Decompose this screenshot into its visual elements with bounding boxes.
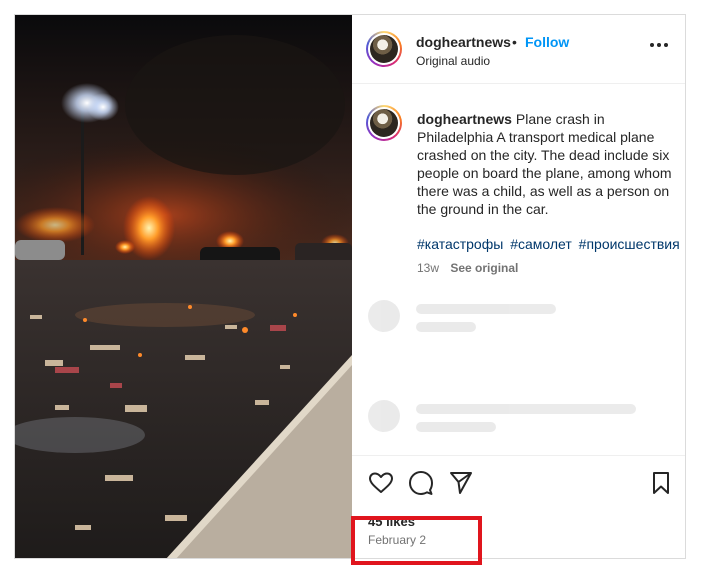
- caption-meta: 13w See original: [417, 261, 518, 275]
- comment-icon[interactable]: [408, 470, 434, 496]
- caption-avatar[interactable]: [366, 105, 402, 141]
- post-side-panel: dogheartnews • Follow Original audio dog…: [352, 15, 685, 558]
- bookmark-icon[interactable]: [648, 470, 674, 496]
- audio-label[interactable]: Original audio: [416, 54, 490, 68]
- header-username[interactable]: dogheartnews: [416, 34, 511, 50]
- share-icon[interactable]: [448, 470, 474, 496]
- separator-dot: •: [512, 34, 517, 50]
- follow-button[interactable]: Follow: [525, 34, 569, 50]
- post-caption: dogheartnews Plane crash in Philadelphia …: [417, 110, 679, 218]
- see-original-button[interactable]: See original: [450, 261, 518, 275]
- post-media[interactable]: [15, 15, 352, 558]
- post-video-frame: [15, 15, 352, 558]
- profile-picture: [370, 109, 398, 137]
- avatar[interactable]: [366, 31, 402, 67]
- more-horizontal-icon[interactable]: [646, 35, 672, 55]
- profile-picture: [370, 35, 398, 63]
- hashtag-link[interactable]: #самолет: [510, 236, 572, 252]
- post-header: dogheartnews • Follow Original audio: [352, 15, 685, 84]
- hashtag-link[interactable]: #происшествия: [579, 236, 680, 252]
- time-ago: 13w: [417, 261, 440, 275]
- hashtag-link[interactable]: #катастрофы: [417, 236, 503, 252]
- annotation-highlight-box: [351, 516, 482, 565]
- hashtag-list: #катастрофы #самолет #происшествия: [417, 236, 683, 252]
- caption-username[interactable]: dogheartnews: [417, 111, 512, 127]
- instagram-post: dogheartnews • Follow Original audio dog…: [14, 14, 686, 559]
- heart-icon[interactable]: [368, 470, 394, 496]
